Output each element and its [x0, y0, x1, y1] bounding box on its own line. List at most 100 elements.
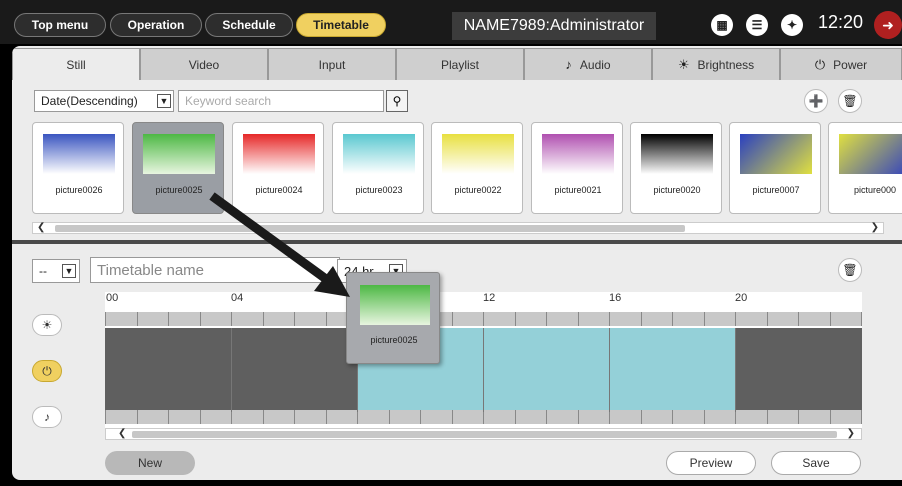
ruler-tick	[326, 410, 327, 424]
tab-video[interactable]: Video	[140, 48, 268, 80]
ruler-tick	[704, 312, 705, 326]
top-bar: Top menu Operation Schedule Timetable NA…	[0, 0, 902, 44]
timeline-block-off[interactable]	[735, 328, 862, 412]
scroll-right-icon[interactable]: ❯	[847, 428, 855, 439]
plus-icon: ➕	[808, 94, 824, 108]
ruler-tick	[735, 410, 736, 424]
save-button[interactable]: Save	[771, 451, 861, 475]
wrench-icon[interactable]: ✦	[781, 14, 803, 36]
hour-label: 04	[231, 292, 244, 304]
thumbnail-label: picture0024	[255, 185, 303, 195]
thumbnail-label: picture0007	[752, 185, 800, 195]
brightness-toggle[interactable]: ☀	[32, 314, 62, 336]
hour-gridline	[231, 328, 232, 412]
clock: 12:20	[818, 12, 864, 32]
nav-schedule[interactable]: Schedule	[205, 13, 293, 37]
tab-label: Input	[318, 57, 346, 72]
thumbnail-image	[839, 134, 902, 174]
new-button[interactable]: New	[105, 451, 195, 475]
ruler-tick	[420, 410, 421, 424]
thumbnail-label: picture0026	[55, 185, 103, 195]
tab-label: Audio	[579, 57, 611, 72]
list-icon[interactable]: ☰	[746, 14, 768, 36]
tab-brightness[interactable]: ☀ Brightness	[652, 48, 780, 80]
thumbnail-label: picture0023	[355, 185, 403, 195]
tab-still[interactable]: Still	[12, 48, 140, 80]
nav-timetable[interactable]: Timetable	[296, 13, 386, 37]
audio-toggle[interactable]: ♪	[32, 406, 62, 428]
delete-button[interactable]: 🗑	[838, 89, 862, 113]
tab-power[interactable]: ⏻ Power	[780, 48, 902, 80]
tab-label: Power	[833, 57, 868, 72]
thumbnail-scrollbar[interactable]: ❮ ❯	[32, 222, 884, 234]
timetable-delete-button[interactable]: 🗑	[838, 258, 862, 282]
ruler-tick	[168, 312, 169, 326]
hour-label: 00	[106, 292, 119, 304]
search-icon: ⚲	[392, 94, 402, 108]
timetable-name-input[interactable]: Timetable name	[90, 257, 340, 283]
thumbnail-picture0021[interactable]: picture0021	[531, 122, 623, 214]
logout-icon[interactable]: ➜	[874, 11, 902, 39]
chevron-down-icon: ▼	[157, 94, 171, 108]
thumbnail-picture0020[interactable]: picture0020	[630, 122, 722, 214]
drag-ghost-label: picture0025	[370, 335, 418, 345]
ruler-tick	[735, 312, 736, 326]
scrollbar-thumb[interactable]	[55, 225, 685, 232]
ruler-tick	[105, 410, 106, 424]
section-divider	[12, 240, 902, 244]
search-input[interactable]: Keyword search	[178, 90, 384, 112]
timeline[interactable]: 00 04 08 12 16 20	[105, 292, 862, 428]
thumbnail-picture0022[interactable]: picture0022	[431, 122, 523, 214]
hour-gridline	[609, 328, 610, 412]
ruler-tick	[168, 410, 169, 424]
scroll-right-icon[interactable]: ❯	[871, 222, 879, 233]
ruler-tick	[294, 312, 295, 326]
ruler-tick	[546, 410, 547, 424]
timeline-scrollbar[interactable]: ❮ ❯	[105, 428, 862, 440]
ruler-tick	[137, 312, 138, 326]
thumbnail-picture0025[interactable]: picture0025	[132, 122, 224, 214]
account-label: NAME7989:Administrator	[452, 12, 656, 40]
preview-button[interactable]: Preview	[666, 451, 756, 475]
search-button[interactable]: ⚲	[386, 90, 408, 112]
scrollbar-thumb[interactable]	[132, 431, 837, 438]
calendar-icon[interactable]: ▦	[711, 14, 733, 36]
ruler-tick	[200, 410, 201, 424]
ruler-tick	[105, 312, 106, 326]
hour-gridline	[483, 328, 484, 412]
tab-input[interactable]: Input	[268, 48, 396, 80]
ruler-tick	[641, 312, 642, 326]
ruler-tick	[861, 410, 862, 424]
ruler-tick	[830, 410, 831, 424]
hour-label: 12	[483, 292, 496, 304]
thumbnail-picture0026[interactable]: picture0026	[32, 122, 124, 214]
power-toggle[interactable]: ⏻	[32, 360, 62, 382]
thumbnail-image	[43, 134, 115, 174]
ruler-tick	[861, 312, 862, 326]
add-button[interactable]: ➕	[804, 89, 828, 113]
sort-select-value: Date(Descending)	[41, 94, 138, 108]
thumbnail-picture0024[interactable]: picture0024	[232, 122, 324, 214]
thumbnail-picture0007[interactable]: picture0007	[729, 122, 821, 214]
ruler-tick	[231, 410, 232, 424]
ruler-tick	[704, 410, 705, 424]
ruler-tick	[767, 410, 768, 424]
thumbnail-label: picture0021	[554, 185, 602, 195]
thumbnail-picture0023[interactable]: picture0023	[332, 122, 424, 214]
tab-audio[interactable]: ♪ Audio	[524, 48, 652, 80]
tab-playlist[interactable]: Playlist	[396, 48, 524, 80]
ruler-tick	[452, 312, 453, 326]
scroll-left-icon[interactable]: ❮	[118, 428, 126, 439]
drag-ghost-thumbnail[interactable]: picture0025	[346, 272, 440, 364]
sun-icon: ☀	[41, 318, 53, 332]
thumbnail-picture000[interactable]: picture000	[828, 122, 902, 214]
ruler-tick	[641, 410, 642, 424]
ruler-tick	[263, 410, 264, 424]
thumbnail-image	[542, 134, 614, 174]
timetable-selector[interactable]: -- ▼	[32, 259, 80, 283]
scroll-left-icon[interactable]: ❮	[37, 222, 45, 233]
nav-top-menu[interactable]: Top menu	[14, 13, 106, 37]
sort-select[interactable]: Date(Descending) ▼	[34, 90, 174, 112]
nav-operation[interactable]: Operation	[110, 13, 202, 37]
timetable-selector-value: --	[39, 264, 47, 278]
